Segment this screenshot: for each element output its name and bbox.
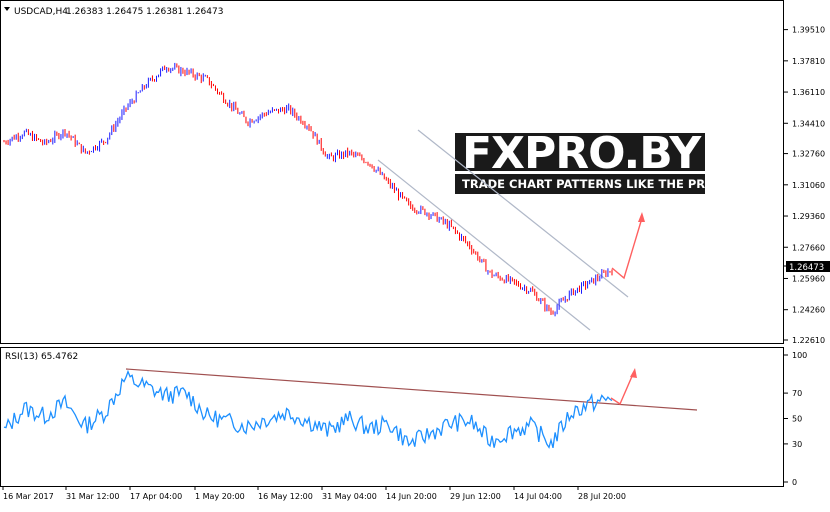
time-tick-label: 16 May 12:00	[258, 492, 313, 501]
watermark-logo: FXPRO.BY TRADE CHART PATTERNS LIKE THE P…	[455, 128, 723, 194]
price-tick-label: 1.25960	[792, 274, 825, 283]
chart-canvas: USDCAD,H4 1.26383 1.26475 1.26381 1.2647…	[0, 0, 830, 501]
time-tick-label: 16 Mar 2017	[3, 492, 54, 501]
price-tick-label: 1.36110	[792, 88, 825, 97]
price-tick-label: 1.34410	[792, 119, 825, 128]
rsi-tick-label: 70	[792, 389, 802, 398]
symbol-label: USDCAD,H4	[14, 7, 68, 17]
time-tick-label: 29 Jun 12:00	[450, 492, 501, 501]
time-axis: 16 Mar 2017 31 Mar 12:00 17 Apr 04:00 1 May…	[2, 486, 626, 501]
rsi-label: RSI(13) 65.4762	[5, 352, 78, 362]
price-tick-label: 1.27660	[792, 243, 825, 252]
price-tick-label: 1.32760	[792, 150, 825, 159]
time-tick-label: 31 May 04:00	[322, 492, 377, 501]
rsi-tick-label: 30	[792, 440, 802, 449]
rsi-tick-label: 0	[792, 478, 797, 487]
price-tick-label: 1.22610	[792, 336, 825, 345]
price-axis: 1.39510 1.37810 1.36110 1.34410 1.32760 1.310…	[784, 26, 825, 345]
price-tick-label: 1.31060	[792, 181, 825, 190]
price-tick-label: 1.29360	[792, 212, 825, 221]
ohlc-readout: 1.26383 1.26475 1.26381 1.26473	[66, 7, 223, 17]
watermark-tagline: TRADE CHART PATTERNS LIKE THE PROS	[462, 177, 723, 191]
price-tick-label: 1.24260	[792, 306, 825, 315]
rsi-tick-label: 100	[792, 351, 807, 360]
time-tick-label: 14 Jun 20:00	[386, 492, 437, 501]
time-tick-label: 1 May 20:00	[195, 492, 245, 501]
time-tick-label: 31 Mar 12:00	[66, 492, 119, 501]
price-tick-label: 1.37810	[792, 57, 825, 66]
chart-window: USDCAD,H4 1.26383 1.26475 1.26381 1.2647…	[0, 0, 830, 508]
rsi-axis: 100 70 50 30 0	[784, 351, 807, 487]
rsi-tick-label: 50	[792, 415, 802, 424]
rsi-panel	[0, 347, 784, 487]
time-tick-label: 14 Jul 04:00	[514, 492, 562, 501]
price-tick-label: 1.39510	[792, 26, 825, 35]
time-tick-label: 28 Jul 20:00	[578, 492, 626, 501]
current-price-value: 1.26473	[789, 263, 824, 273]
time-tick-label: 17 Apr 04:00	[130, 492, 182, 501]
watermark-brand: FXPRO.BY	[462, 128, 702, 179]
